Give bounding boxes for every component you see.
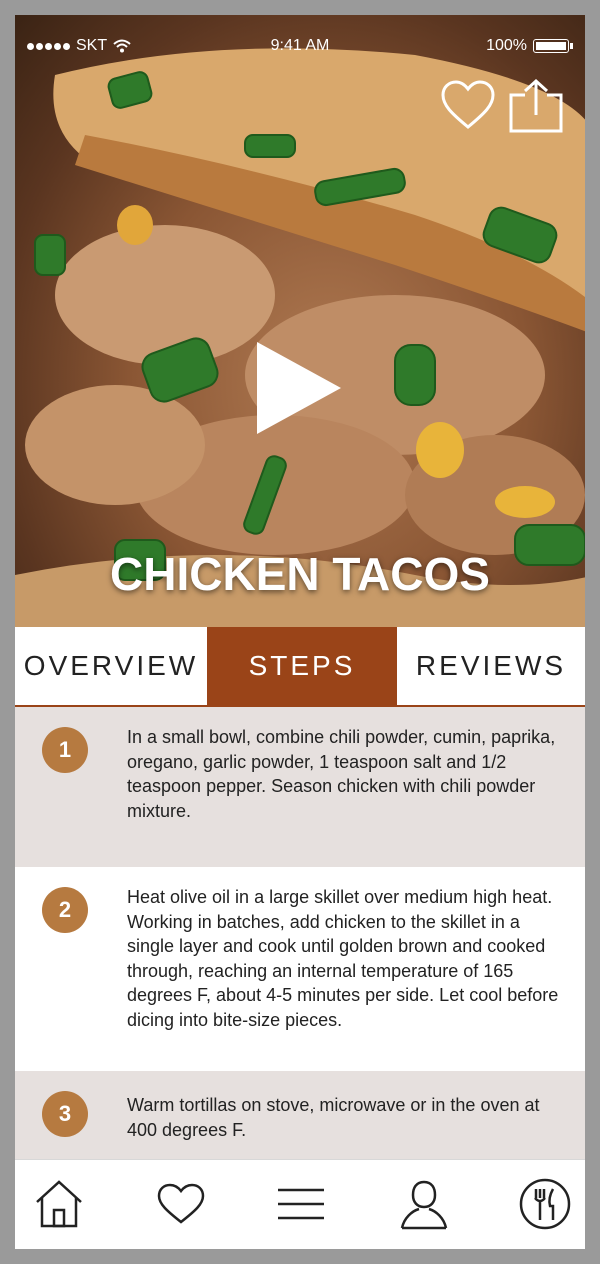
- home-icon[interactable]: [31, 1176, 87, 1232]
- tab-reviews[interactable]: REVIEWS: [397, 627, 585, 705]
- step-text: Warm tortillas on stove, microwave or in…: [127, 1095, 540, 1140]
- list-item: 2 Heat olive oil in a large skillet over…: [15, 867, 585, 1071]
- step-text: Heat olive oil in a large skillet over m…: [127, 887, 559, 1030]
- recipe-title: CHICKEN TACOS: [110, 548, 490, 600]
- phone-screen: SKT 9:41 AM 100% CHICKEN TACOS OVERVIEW …: [15, 15, 585, 1249]
- food-photo: [15, 48, 585, 627]
- tab-steps[interactable]: STEPS: [207, 627, 397, 705]
- heart-icon[interactable]: [153, 1176, 209, 1232]
- list-item: 3 Warm tortillas on stove, microwave or …: [15, 1071, 585, 1159]
- bottom-nav: [15, 1159, 585, 1249]
- step-number-badge: 2: [42, 887, 88, 933]
- list-item: 1 In a small bowl, combine chili powder,…: [15, 707, 585, 867]
- play-icon[interactable]: [253, 340, 343, 436]
- tab-overview[interactable]: OVERVIEW: [15, 627, 207, 705]
- step-text: In a small bowl, combine chili powder, c…: [127, 727, 556, 821]
- heart-icon[interactable]: [439, 77, 497, 135]
- battery-label: 100%: [486, 37, 527, 54]
- tab-bar: OVERVIEW STEPS REVIEWS: [15, 627, 585, 707]
- step-number-badge: 1: [42, 727, 88, 773]
- steps-list: 1 In a small bowl, combine chili powder,…: [15, 707, 585, 1159]
- status-bar: SKT 9:41 AM 100%: [15, 37, 585, 59]
- fork-knife-icon[interactable]: [517, 1176, 573, 1232]
- step-number-badge: 3: [42, 1091, 88, 1137]
- profile-icon[interactable]: [396, 1176, 452, 1232]
- share-icon[interactable]: [507, 77, 565, 135]
- menu-icon[interactable]: [273, 1176, 329, 1232]
- battery-group: 100%: [486, 37, 573, 55]
- hero-image: SKT 9:41 AM 100% CHICKEN TACOS: [15, 15, 585, 627]
- battery-icon: [533, 39, 573, 53]
